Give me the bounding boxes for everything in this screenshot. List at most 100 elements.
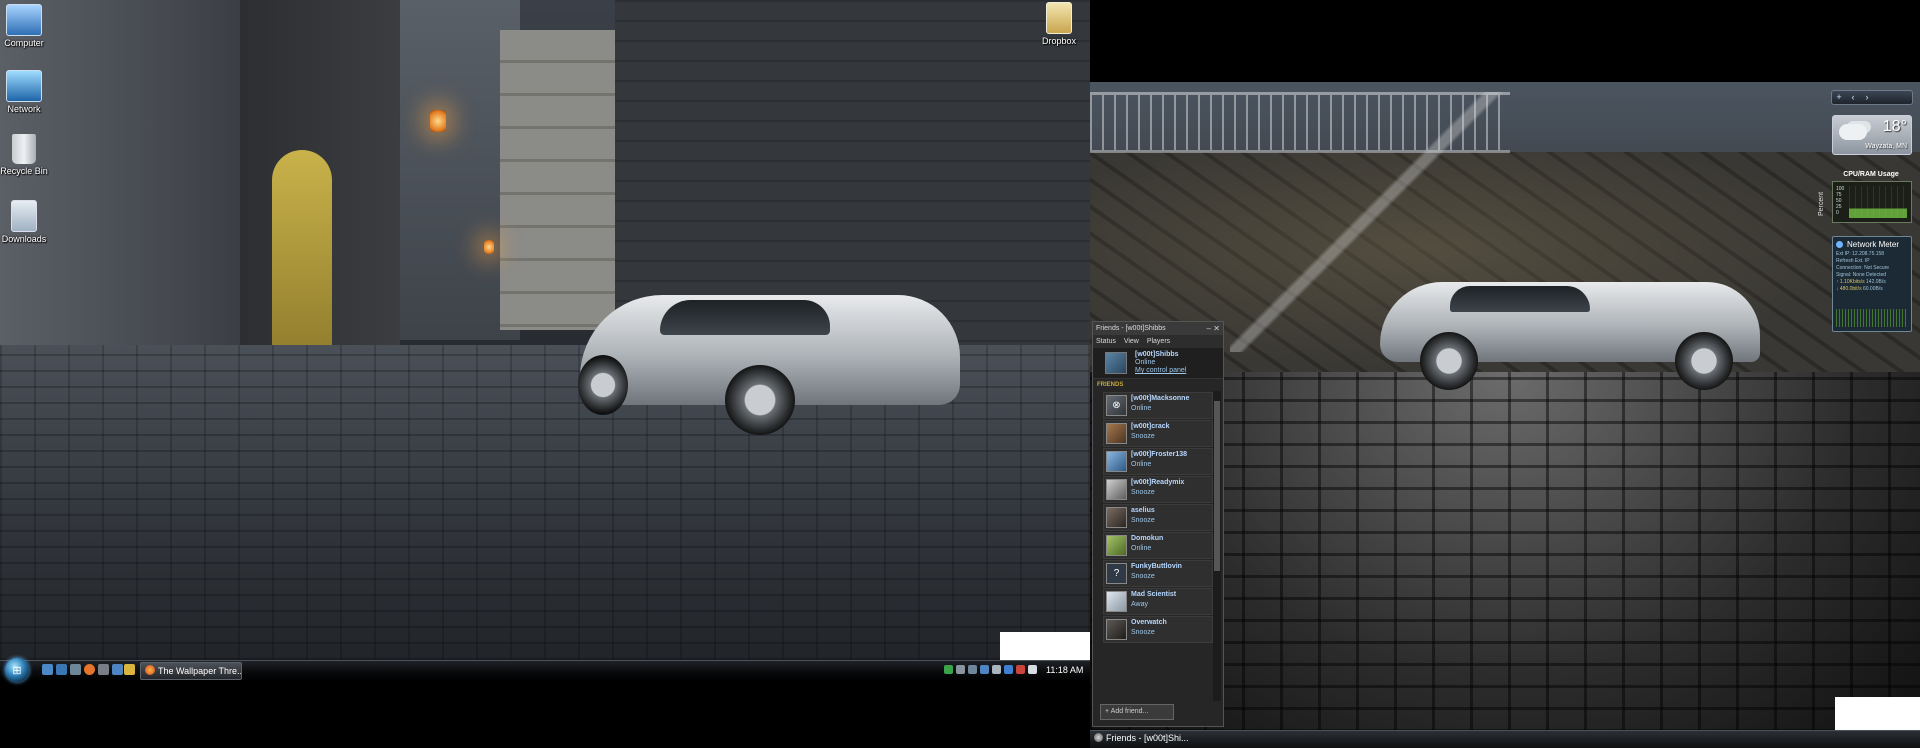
- friend-row[interactable]: [w00t]Froster138 Online: [1103, 448, 1213, 475]
- downloads-folder-icon: [11, 200, 37, 232]
- add-gadget-button[interactable]: +: [1832, 91, 1846, 104]
- left-wallpaper: [0, 0, 1090, 660]
- friend-name: Mad Scientist: [1131, 591, 1177, 598]
- steam-icon: [1094, 733, 1103, 742]
- desktop-icon-computer[interactable]: Computer: [0, 4, 56, 48]
- computer-icon: [6, 4, 42, 36]
- avatar: [1106, 451, 1127, 472]
- friend-status: Online: [1131, 405, 1152, 412]
- volume-icon[interactable]: [1028, 665, 1037, 674]
- self-name[interactable]: [w00t]Shibbs: [1135, 351, 1179, 358]
- add-friend-button[interactable]: + Add friend...: [1100, 704, 1174, 720]
- cpu-usage-graph: [1849, 186, 1907, 218]
- desktop-icon-label: Computer: [4, 38, 44, 48]
- friend-row[interactable]: ⊗ [w00t]Macksonne Online: [1103, 392, 1213, 419]
- friends-window-titlebar[interactable]: Friends - [w00t]Shibbs – ✕: [1093, 322, 1223, 335]
- avatar: [1106, 535, 1127, 556]
- friend-status: Snooze: [1131, 629, 1155, 636]
- friend-status: Online: [1131, 545, 1152, 552]
- dropbox-folder-icon: [1046, 2, 1072, 34]
- next-gadget-icon[interactable]: ›: [1860, 91, 1874, 104]
- friend-row[interactable]: [w00t]Readymix Snooze: [1103, 476, 1213, 503]
- cloud-icon: [1839, 124, 1867, 140]
- tray-icon[interactable]: [944, 665, 953, 674]
- control-panel-link[interactable]: My control panel: [1135, 367, 1186, 374]
- desktop-icon-downloads[interactable]: Downloads: [0, 200, 56, 244]
- left-monitor: Computer Network Recycle Bin Downloads D…: [0, 0, 1090, 747]
- menu-players[interactable]: Players: [1147, 338, 1170, 345]
- street-lamp-icon: [484, 240, 494, 254]
- network-meter-gadget[interactable]: Network Meter Ext IP: 12.208.75.158 Refr…: [1832, 236, 1912, 332]
- friend-row[interactable]: [w00t]crack Snooze: [1103, 420, 1213, 447]
- friend-row[interactable]: aselius Snooze: [1103, 504, 1213, 531]
- desktop-icon-network[interactable]: Network: [0, 70, 56, 114]
- friends-section-header[interactable]: FRIENDS: [1093, 379, 1223, 391]
- taskbar-window-button[interactable]: Friends - [w00t]Shi...: [1094, 731, 1204, 746]
- desktop-icon-label: Downloads: [1, 234, 47, 244]
- self-status: Online: [1135, 359, 1156, 366]
- friends-menu-bar: Status View Players: [1093, 335, 1223, 348]
- menu-view[interactable]: View: [1124, 338, 1139, 345]
- car-wheel: [1420, 332, 1478, 390]
- friend-name: Overwatch: [1131, 619, 1167, 626]
- tray-icon[interactable]: [992, 665, 1001, 674]
- tray-icon[interactable]: [968, 665, 977, 674]
- friend-row[interactable]: Overwatch Snooze: [1103, 616, 1213, 643]
- wallpaper-arch-light: [272, 150, 332, 365]
- steam-icon[interactable]: [70, 664, 81, 675]
- settings-icon[interactable]: [98, 664, 109, 675]
- desktop-icon-dropbox[interactable]: Dropbox: [1027, 2, 1091, 46]
- wallpaper-distant-building: [500, 30, 620, 330]
- tray-icon[interactable]: [1004, 665, 1013, 674]
- network-download-rate: ↓ 480.0bit/s 60.00B/s: [1836, 286, 1883, 292]
- desktop-icon-recycle-bin[interactable]: Recycle Bin: [0, 134, 56, 176]
- friend-row[interactable]: Domokun Online: [1103, 532, 1213, 559]
- cpu-ram-gadget[interactable]: 100 75 50 25 0: [1832, 181, 1912, 223]
- app-icon[interactable]: [124, 664, 135, 675]
- friend-status: Snooze: [1131, 517, 1155, 524]
- self-profile: [w00t]Shibbs Online My control panel: [1093, 348, 1223, 379]
- friend-name: FunkyButtlovin: [1131, 563, 1182, 570]
- app-icon[interactable]: [112, 664, 123, 675]
- friend-status: Online: [1131, 461, 1152, 468]
- cpu-axis-ticks: 100 75 50 25 0: [1836, 186, 1844, 216]
- network-meter-title: Network Meter: [1833, 237, 1911, 251]
- desktop-icon-label: Network: [7, 104, 41, 114]
- tray-icon[interactable]: [1016, 665, 1025, 674]
- street-lamp-icon: [430, 110, 446, 132]
- tray-icon[interactable]: [980, 665, 989, 674]
- avatar[interactable]: [1105, 352, 1127, 374]
- friend-name: [w00t]Readymix: [1131, 479, 1185, 486]
- friends-scrollbar[interactable]: [1213, 391, 1221, 701]
- friends-window: Friends - [w00t]Shibbs – ✕ Status View P…: [1092, 321, 1224, 727]
- weather-temperature: 18°: [1882, 118, 1907, 135]
- taskbar-clock[interactable]: 11:18 AM: [1046, 665, 1083, 675]
- firefox-icon[interactable]: [84, 664, 95, 675]
- scrollbar-thumb[interactable]: [1214, 401, 1220, 571]
- refresh-ip-link[interactable]: Refresh Ext. IP: [1833, 258, 1911, 265]
- avatar: [1106, 479, 1127, 500]
- weather-location: Wayzata, MN: [1865, 143, 1907, 150]
- friend-row[interactable]: ? FunkyButtlovin Snooze: [1103, 560, 1213, 587]
- firefox-icon: [145, 665, 155, 675]
- friend-row[interactable]: Mad Scientist Away: [1103, 588, 1213, 615]
- tray-icon[interactable]: [956, 665, 965, 674]
- close-icon[interactable]: ✕: [1213, 322, 1220, 335]
- minimize-icon[interactable]: –: [1207, 322, 1211, 335]
- weather-gadget[interactable]: 18° Wayzata, MN: [1832, 115, 1912, 155]
- switch-windows-icon[interactable]: [56, 664, 67, 675]
- car-wheel: [725, 365, 795, 435]
- friends-list: ⊗ [w00t]Macksonne Online [w00t]crack Sno…: [1093, 391, 1213, 644]
- friend-status: Snooze: [1131, 573, 1155, 580]
- friend-status: Snooze: [1131, 433, 1155, 440]
- windows-start-orb-icon[interactable]: ⊞: [5, 658, 29, 682]
- white-rectangle: [1000, 632, 1090, 660]
- menu-status[interactable]: Status: [1096, 338, 1116, 345]
- network-icon: [6, 70, 42, 102]
- show-desktop-icon[interactable]: [42, 664, 53, 675]
- car-wheel: [1675, 332, 1733, 390]
- prev-gadget-icon[interactable]: ‹: [1846, 91, 1860, 104]
- network-upload-rate: ↑ 1.10Kbits/s 142.0B/s: [1836, 279, 1886, 285]
- car-windshield: [1450, 286, 1590, 312]
- taskbar-window-button[interactable]: The Wallpaper Thre...: [140, 662, 242, 680]
